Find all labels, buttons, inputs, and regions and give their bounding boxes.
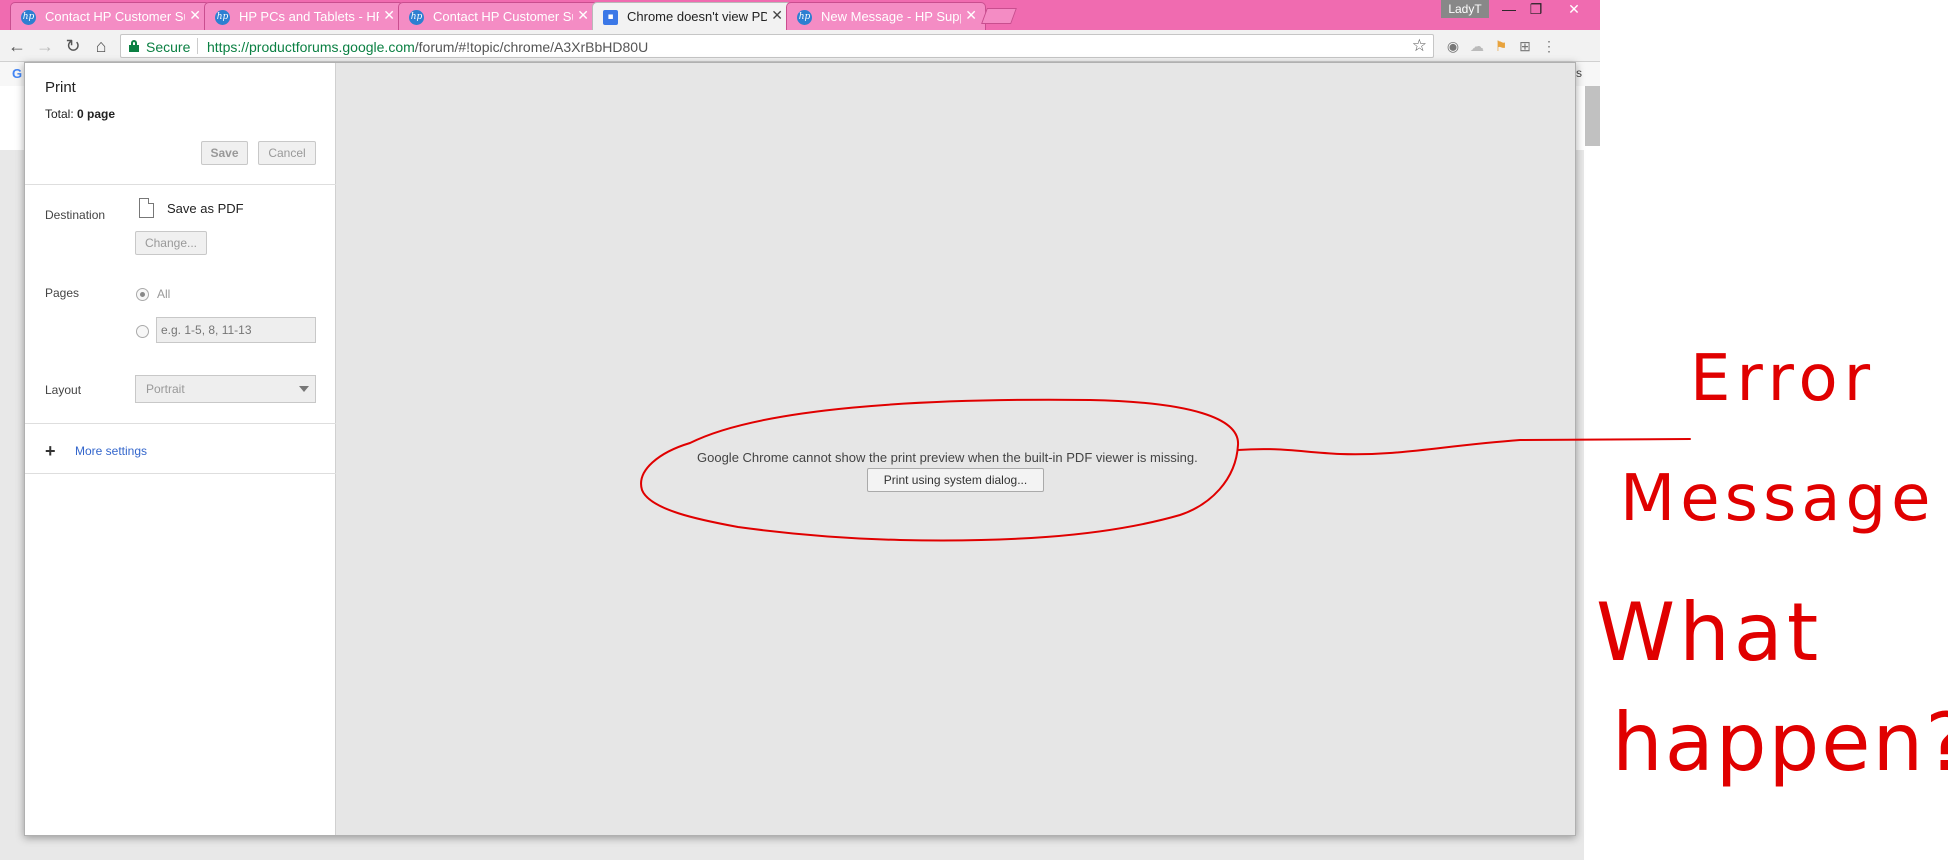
tab-strip: hp Contact HP Customer Su ✕ hp HP PCs an…	[0, 0, 1600, 30]
print-dialog: Print Total: 0 page Save Cancel Destinat…	[24, 62, 1576, 836]
preview-error-message: Google Chrome cannot show the print prev…	[697, 450, 1198, 465]
eye-extension-icon[interactable]: ◉	[1444, 37, 1462, 55]
layout-value: Portrait	[146, 382, 185, 396]
divider	[25, 184, 336, 185]
pages-label: Pages	[45, 286, 80, 300]
url-text[interactable]: https://productforums.google.com/forum/#…	[207, 39, 648, 55]
tab-contact-hp-2[interactable]: hp Contact HP Customer Su ✕	[398, 2, 598, 30]
layout-select[interactable]: Portrait	[135, 375, 316, 403]
print-system-dialog-button[interactable]: Print using system dialog...	[867, 468, 1044, 492]
close-icon[interactable]: ✕	[383, 7, 395, 24]
back-icon[interactable]: ←	[5, 34, 29, 58]
tab-new-message[interactable]: hp New Message - HP Supp ✕	[786, 2, 986, 30]
close-icon[interactable]: ✕	[577, 7, 589, 24]
more-settings-link[interactable]: More settings	[75, 444, 147, 458]
tab-title: Chrome doesn't view PD	[627, 9, 767, 24]
bookmark-star-icon[interactable]: ☆	[1412, 36, 1427, 56]
divider	[25, 473, 336, 474]
browser-toolbar: ← → ↻ ⌂ Secure https://productforums.goo…	[0, 30, 1600, 62]
tab-title: New Message - HP Supp	[821, 9, 961, 24]
close-window-button[interactable]: ✕	[1560, 0, 1588, 18]
tab-title: Contact HP Customer Su	[45, 9, 185, 24]
minimize-button[interactable]: —	[1495, 0, 1523, 18]
hp-logo-icon: hp	[21, 10, 36, 25]
secure-label: Secure	[146, 39, 191, 55]
annotation-line3: What	[1596, 586, 1822, 679]
divider	[197, 38, 198, 54]
pages-all-label: All	[157, 287, 171, 301]
google-forum-icon: ▪	[603, 10, 618, 25]
tab-title: HP PCs and Tablets - HP	[239, 9, 379, 24]
tab-chrome-forum[interactable]: ▪ Chrome doesn't view PD ✕	[592, 2, 792, 30]
url-path: /forum/#!topic/chrome/A3XrBbHD80U	[414, 39, 649, 55]
close-icon[interactable]: ✕	[771, 7, 783, 24]
total-value: 0 page	[77, 107, 116, 121]
hp-logo-icon: hp	[215, 10, 230, 25]
close-icon[interactable]: ✕	[189, 7, 201, 24]
layout-label: Layout	[45, 383, 82, 397]
maximize-button[interactable]: ❐	[1522, 0, 1550, 18]
annotation-line1: Error	[1690, 342, 1876, 416]
print-settings-sidebar: Print Total: 0 page Save Cancel Destinat…	[25, 63, 336, 835]
reload-icon[interactable]: ↻	[61, 34, 85, 58]
cancel-button[interactable]: Cancel	[258, 141, 316, 165]
destination-value: Save as PDF	[167, 201, 244, 216]
url-host: https://productforums.google.com	[207, 39, 415, 55]
save-button[interactable]: Save	[201, 141, 248, 165]
pages-all-radio[interactable]	[136, 288, 149, 301]
tab-contact-hp-1[interactable]: hp Contact HP Customer Su ✕	[10, 2, 210, 30]
print-title: Print	[45, 79, 76, 96]
divider	[25, 423, 336, 424]
hp-logo-icon: hp	[797, 10, 812, 25]
page-scrollbar[interactable]	[1585, 86, 1600, 146]
hp-logo-icon: hp	[409, 10, 424, 25]
pages-range-input[interactable]	[156, 317, 316, 343]
chevron-down-icon	[299, 386, 309, 392]
print-preview-area: Google Chrome cannot show the print prev…	[337, 63, 1575, 835]
annotation-line2: Message	[1620, 462, 1936, 536]
cloud-extension-icon[interactable]: ☁	[1468, 37, 1486, 55]
address-bar[interactable]: Secure https://productforums.google.com/…	[120, 34, 1434, 58]
menu-icon[interactable]: ⋮	[1540, 37, 1558, 55]
flag-extension-icon[interactable]: ⚑	[1492, 37, 1510, 55]
change-destination-button[interactable]: Change...	[135, 231, 207, 255]
profile-badge[interactable]: LadyT	[1441, 0, 1489, 18]
destination-label: Destination	[45, 208, 106, 222]
tab-hp-pcs[interactable]: hp HP PCs and Tablets - HP ✕	[204, 2, 404, 30]
forward-icon[interactable]: →	[33, 34, 57, 58]
pages-custom-radio[interactable]	[136, 325, 149, 338]
document-icon	[139, 198, 154, 218]
plus-icon[interactable]: +	[45, 441, 56, 462]
new-tab-button[interactable]	[981, 8, 1017, 24]
close-icon[interactable]: ✕	[965, 7, 977, 24]
extension-icon[interactable]: ⊞	[1516, 37, 1534, 55]
google-apps-icon[interactable]: G	[12, 66, 22, 81]
home-icon[interactable]: ⌂	[89, 34, 113, 58]
total-prefix: Total:	[45, 107, 78, 121]
tab-title: Contact HP Customer Su	[433, 9, 573, 24]
annotation-line4: happen?	[1612, 696, 1948, 789]
total-pages: Total: 0 page	[45, 107, 115, 121]
lock-icon	[129, 40, 139, 52]
